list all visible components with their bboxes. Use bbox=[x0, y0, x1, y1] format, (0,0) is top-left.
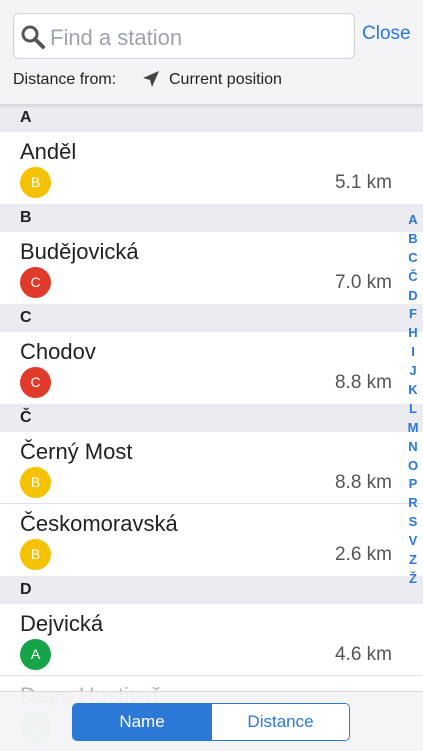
station-name: Dejvická bbox=[20, 611, 104, 636]
index-letter[interactable]: B bbox=[404, 230, 422, 249]
index-letter[interactable]: Z bbox=[404, 551, 422, 570]
metro-line-badge: B bbox=[20, 167, 51, 198]
index-letter[interactable]: L bbox=[404, 400, 422, 419]
current-position-link[interactable]: Current position bbox=[169, 71, 282, 89]
search-input[interactable] bbox=[48, 20, 352, 56]
section-letter: Č bbox=[20, 409, 32, 426]
index-letter[interactable]: H bbox=[404, 324, 422, 343]
station-distance: 8.8 km bbox=[334, 472, 392, 493]
station-distance: 8.8 km bbox=[334, 372, 392, 393]
metro-line-badge: C bbox=[20, 267, 51, 298]
station-name: Černý Most bbox=[20, 439, 133, 464]
station-name: Chodov bbox=[20, 339, 96, 364]
station-name: Budějovická bbox=[20, 239, 139, 264]
section-header: C bbox=[0, 304, 423, 332]
location-arrow-icon bbox=[143, 71, 159, 87]
section-header: A bbox=[0, 104, 423, 132]
index-letter[interactable]: R bbox=[404, 494, 422, 513]
section-letter: D bbox=[20, 581, 32, 598]
sort-segmented-control[interactable]: Name Distance bbox=[72, 703, 350, 741]
section-letter: B bbox=[20, 209, 32, 226]
index-letter[interactable]: C bbox=[404, 249, 422, 268]
metro-line-badge: C bbox=[20, 367, 51, 398]
sort-name-button[interactable]: Name bbox=[73, 704, 211, 740]
index-letter[interactable]: O bbox=[404, 457, 422, 476]
close-button[interactable]: Close bbox=[362, 23, 411, 45]
section-header: B bbox=[0, 204, 423, 232]
index-letter[interactable]: K bbox=[404, 381, 422, 400]
index-letter[interactable]: A bbox=[404, 211, 422, 230]
station-list[interactable]: A Anděl B 5.1 km B Budějovická C 7.0 km C Chodov C… bbox=[0, 104, 423, 748]
index-letter[interactable]: N bbox=[404, 438, 422, 457]
station-name: Českomoravská bbox=[20, 511, 178, 536]
index-letter[interactable]: M bbox=[404, 419, 422, 438]
header: Close Distance from: Current position bbox=[0, 0, 423, 105]
index-letter[interactable]: Ž bbox=[404, 570, 422, 589]
metro-line-badge: B bbox=[20, 539, 51, 570]
alphabet-index[interactable]: ABCČDFHIJKLMNOPRSVZŽ bbox=[404, 211, 422, 589]
station-distance: 5.1 km bbox=[334, 172, 392, 193]
index-letter[interactable]: P bbox=[404, 475, 422, 494]
station-name: Anděl bbox=[20, 139, 77, 164]
station-row[interactable]: Chodov C 8.8 km bbox=[0, 332, 423, 404]
station-row[interactable]: Anděl B 5.1 km bbox=[0, 132, 423, 204]
index-letter[interactable]: S bbox=[404, 513, 422, 532]
index-letter[interactable]: D bbox=[404, 287, 422, 306]
station-row[interactable]: Dejvická A 4.6 km bbox=[0, 604, 423, 676]
index-letter[interactable]: V bbox=[404, 532, 422, 551]
distance-from-label: Distance from: bbox=[13, 71, 117, 88]
metro-line-badge: B bbox=[20, 467, 51, 498]
index-letter[interactable]: F bbox=[404, 305, 422, 324]
section-letter: C bbox=[20, 309, 32, 326]
index-letter[interactable]: I bbox=[404, 343, 422, 362]
search-icon bbox=[21, 25, 45, 49]
station-row[interactable]: Budějovická C 7.0 km bbox=[0, 232, 423, 304]
station-row[interactable]: Českomoravská B 2.6 km bbox=[0, 504, 423, 576]
index-letter[interactable]: J bbox=[404, 362, 422, 381]
station-distance: 7.0 km bbox=[334, 272, 392, 293]
section-header: Č bbox=[0, 404, 423, 432]
index-letter[interactable]: Č bbox=[404, 268, 422, 287]
search-box[interactable] bbox=[13, 13, 355, 59]
section-header: D bbox=[0, 576, 423, 604]
sort-distance-button[interactable]: Distance bbox=[211, 704, 349, 740]
station-row[interactable]: Černý Most B 8.8 km bbox=[0, 432, 423, 504]
bottom-bar: Name Distance bbox=[0, 691, 423, 751]
section-letter: A bbox=[20, 109, 32, 126]
station-distance: 4.6 km bbox=[334, 644, 392, 665]
metro-line-badge: A bbox=[20, 639, 51, 670]
station-distance: 2.6 km bbox=[334, 544, 392, 565]
